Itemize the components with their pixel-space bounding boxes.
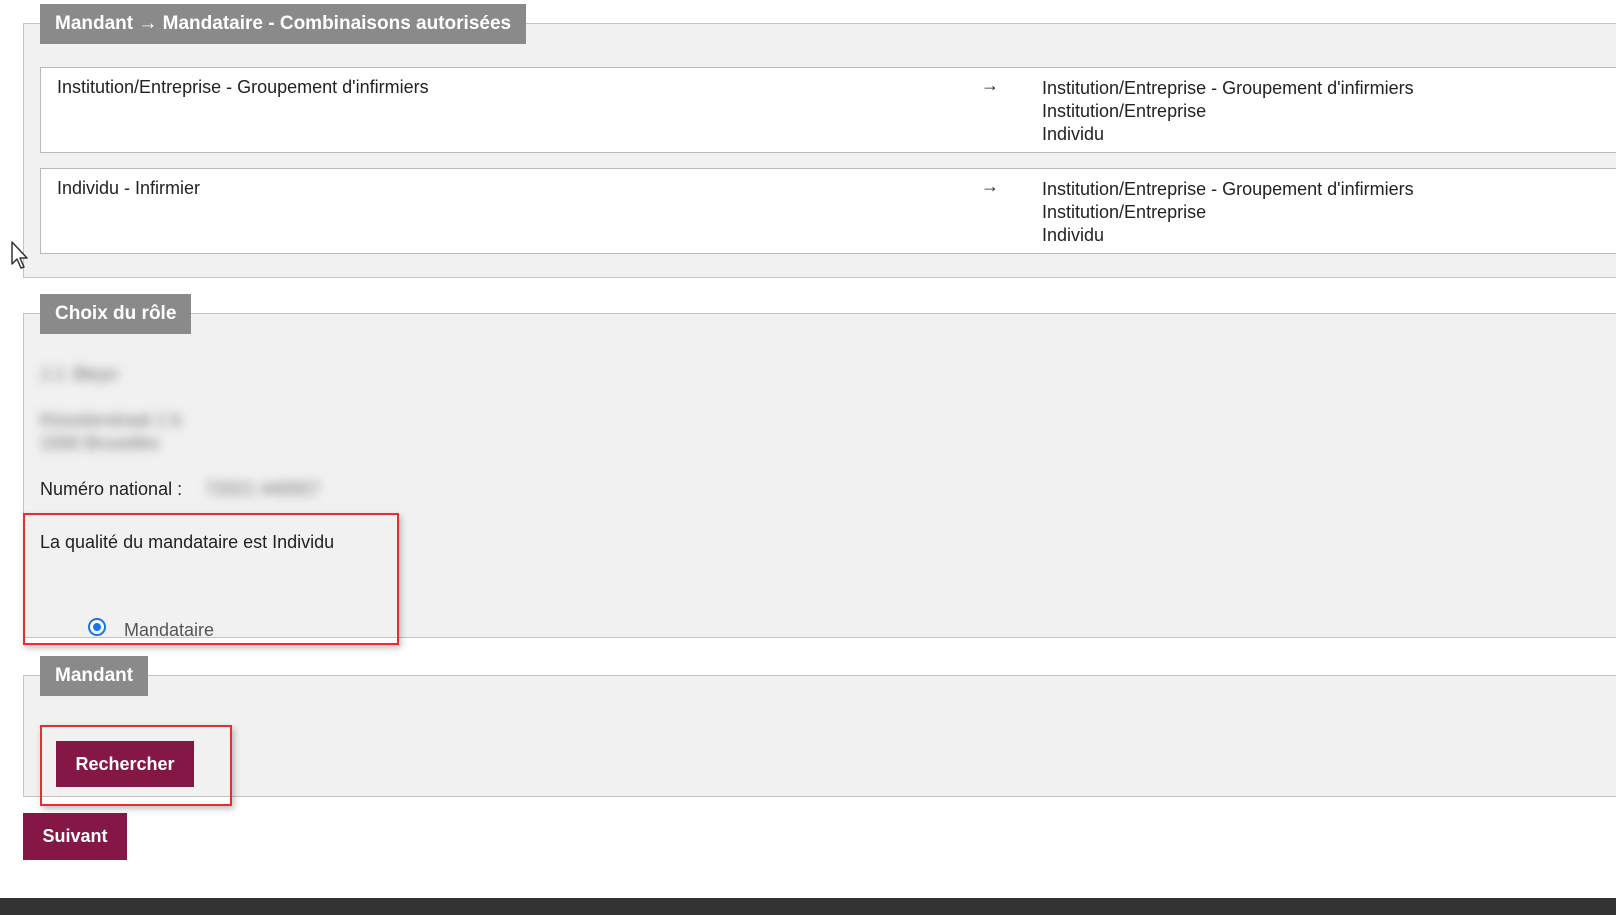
- combination-mandataire-item: Individu: [1042, 124, 1105, 144]
- role-legend: Choix du rôle: [40, 294, 192, 334]
- mandataire-radio[interactable]: [88, 618, 106, 636]
- combination-mandant: Individu - Infirmier: [57, 178, 201, 198]
- arrow-right-icon: →: [981, 176, 999, 196]
- combination-mandataire-item: Institution/Entreprise: [1042, 202, 1207, 222]
- combination-mandataires: Institution/Entreprise - Groupement d'in…: [1042, 77, 1414, 146]
- national-number-label: Numéro national :: [40, 479, 183, 499]
- user-address-redacted: 1000 Bruxelles: [40, 433, 160, 453]
- next-button[interactable]: Suivant: [23, 813, 127, 860]
- arrow-right-icon: →: [981, 75, 999, 95]
- national-number-value: 72021 440557: [205, 479, 321, 499]
- mouse-cursor-icon: [11, 241, 28, 269]
- combination-mandant: Institution/Entreprise - Groupement d'in…: [57, 77, 429, 97]
- combination-row: Institution/Entreprise - Groupement d'in…: [40, 67, 1616, 153]
- mandant-panel: [23, 675, 1616, 797]
- user-address-redacted: Kloosterstraat 1 b: [40, 410, 182, 430]
- search-button[interactable]: Rechercher: [56, 741, 194, 787]
- combination-mandataire-item: Institution/Entreprise - Groupement d'in…: [1042, 179, 1414, 199]
- mandataire-radio-label[interactable]: Mandataire: [124, 620, 214, 641]
- mandant-legend: Mandant: [40, 656, 149, 696]
- combinations-legend: Mandant → Mandataire - Combinaisons auto…: [40, 4, 527, 44]
- combination-mandataire-item: Institution/Entreprise - Groupement d'in…: [1042, 78, 1414, 98]
- combination-mandataire-item: Institution/Entreprise: [1042, 101, 1207, 121]
- bottom-bar: [0, 898, 1616, 915]
- user-name-redacted: J.J. Bleyn: [40, 364, 119, 384]
- page: Mandant → Mandataire - Combinaisons auto…: [0, 0, 1616, 915]
- mandataire-quality-text: La qualité du mandataire est Individu: [40, 532, 335, 552]
- combination-mandataire-item: Individu: [1042, 225, 1105, 245]
- combination-mandataires: Institution/Entreprise - Groupement d'in…: [1042, 178, 1414, 247]
- combination-row: Individu - Infirmier → Institution/Entre…: [40, 168, 1616, 254]
